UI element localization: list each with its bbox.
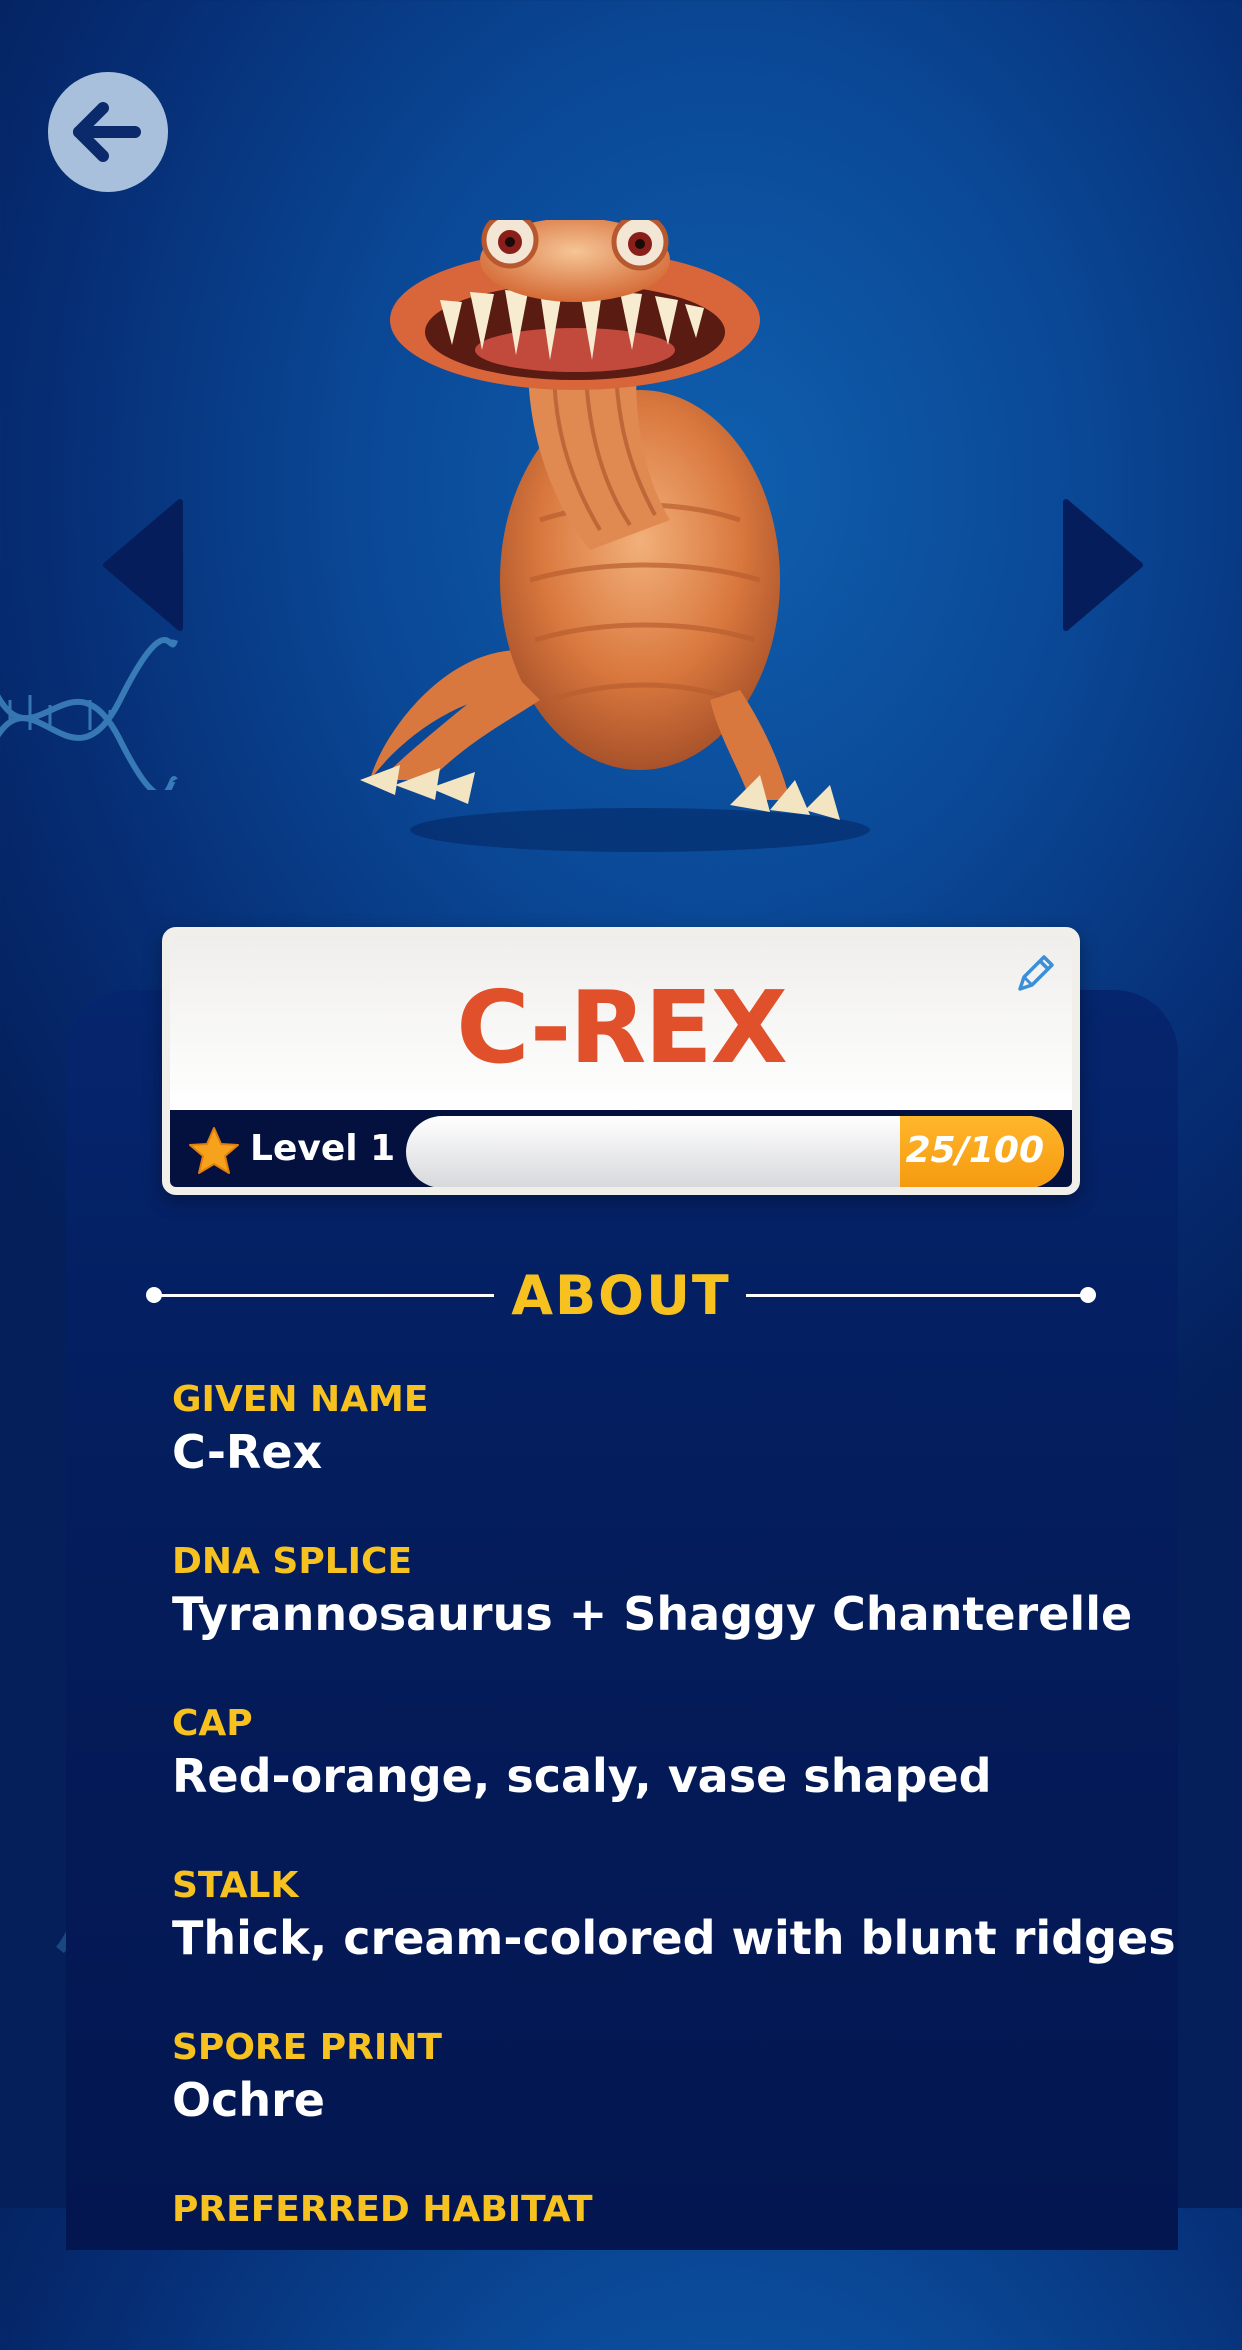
- xp-progress-text: 25/100: [905, 1130, 1044, 1171]
- back-arrow-icon: [73, 102, 141, 162]
- field-value: Thick, cream-colored with blunt ridges: [172, 1911, 1176, 1965]
- field-value: Tyrannosaurus + Shaggy Chanterelle: [172, 1587, 1133, 1641]
- dna-helix-decoration: [0, 637, 178, 790]
- field-value: C-Rex: [172, 1425, 323, 1479]
- pencil-icon[interactable]: [1010, 949, 1060, 999]
- field-label: PREFERRED HABITAT: [172, 2189, 593, 2230]
- field-label: SPORE PRINT: [172, 2027, 442, 2068]
- next-creature-button[interactable]: [1060, 498, 1146, 632]
- level-bar: Level 1 25/100: [170, 1110, 1072, 1187]
- field-value: Ochre: [172, 2073, 326, 2127]
- field-label: CAP: [172, 1703, 253, 1744]
- field-given-name: GIVEN NAME C-Rex: [172, 1378, 1132, 1540]
- about-fields: GIVEN NAME C-Rex DNA SPLICE Tyrannosauru…: [172, 1378, 1176, 2350]
- star-icon: [189, 1127, 239, 1174]
- field-stalk: STALK Thick, cream-colored with blunt ri…: [172, 1864, 1176, 2026]
- field-label: STALK: [172, 1865, 299, 1906]
- creature-name: C-REX: [456, 969, 788, 1086]
- field-label: GIVEN NAME: [172, 1379, 429, 1420]
- about-divider-right: [746, 1294, 1082, 1297]
- field-preferred-habitat: PREFERRED HABITAT: [172, 2188, 1132, 2350]
- field-label: DNA SPLICE: [172, 1541, 413, 1582]
- name-card: C-REX Level 1 25/100: [162, 927, 1080, 1195]
- name-header: C-REX: [170, 935, 1072, 1110]
- field-spore-print: SPORE PRINT Ochre: [172, 2026, 1132, 2188]
- previous-creature-button[interactable]: [100, 498, 186, 632]
- field-value: Red-orange, scaly, vase shaped: [172, 1749, 992, 1803]
- about-section-header: ABOUT: [146, 1260, 1096, 1330]
- field-dna-splice: DNA SPLICE Tyrannosaurus + Shaggy Chante…: [172, 1540, 1132, 1702]
- back-button[interactable]: [48, 72, 168, 192]
- xp-progress-bar: 25/100: [406, 1116, 1064, 1187]
- creature-illustration: [360, 220, 870, 852]
- field-cap: CAP Red-orange, scaly, vase shaped: [172, 1702, 1132, 1864]
- about-divider-dot-right: [1080, 1287, 1096, 1303]
- level-label: Level 1: [250, 1128, 396, 1169]
